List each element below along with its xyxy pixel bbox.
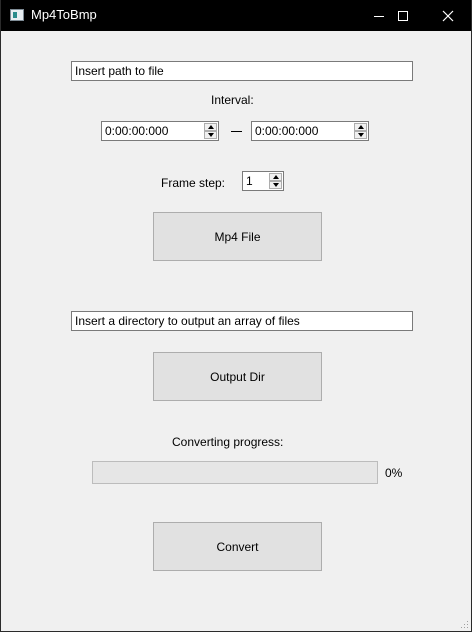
interval-label: Interval:	[211, 93, 254, 107]
progress-percent: 0%	[385, 466, 403, 480]
convert-button[interactable]: Convert	[153, 522, 322, 571]
interval-start-down-button[interactable]	[204, 131, 217, 139]
maximize-icon	[398, 10, 408, 21]
frame-step-value: 1	[246, 174, 253, 188]
interval-end-spin-buttons	[354, 123, 367, 139]
app-window: Mp4ToBmp Insert path to file Interval: 0…	[0, 0, 472, 632]
interval-end-value: 0:00:00:000	[255, 124, 319, 138]
frame-step-spinbox[interactable]: 1	[242, 171, 284, 191]
maximize-button[interactable]	[380, 0, 426, 31]
app-icon	[10, 9, 24, 21]
progress-bar	[92, 461, 378, 484]
interval-start-timeedit[interactable]: 0:00:00:000	[101, 121, 219, 141]
window-title: Mp4ToBmp	[31, 7, 97, 22]
title-bar[interactable]: Mp4ToBmp	[1, 0, 471, 31]
resize-grip-icon[interactable]	[459, 619, 469, 629]
file-path-input[interactable]: Insert path to file	[71, 61, 413, 81]
frame-step-spin-buttons	[269, 173, 282, 189]
output-dir-input[interactable]: Insert a directory to output an array of…	[71, 311, 413, 331]
output-dir-button[interactable]: Output Dir	[153, 352, 322, 401]
interval-start-spin-buttons	[204, 123, 217, 139]
interval-end-up-button[interactable]	[354, 123, 367, 131]
interval-separator	[231, 131, 242, 132]
interval-start-value: 0:00:00:000	[105, 124, 169, 138]
interval-end-timeedit[interactable]: 0:00:00:000	[251, 121, 369, 141]
frame-step-label: Frame step:	[161, 176, 226, 190]
close-button[interactable]	[425, 0, 471, 31]
interval-start-up-button[interactable]	[204, 123, 217, 131]
close-icon	[442, 10, 454, 21]
frame-step-up-button[interactable]	[269, 173, 282, 181]
frame-step-down-button[interactable]	[269, 181, 282, 189]
interval-end-down-button[interactable]	[354, 131, 367, 139]
progress-label: Converting progress:	[172, 435, 284, 449]
mp4-file-button[interactable]: Mp4 File	[153, 212, 322, 261]
